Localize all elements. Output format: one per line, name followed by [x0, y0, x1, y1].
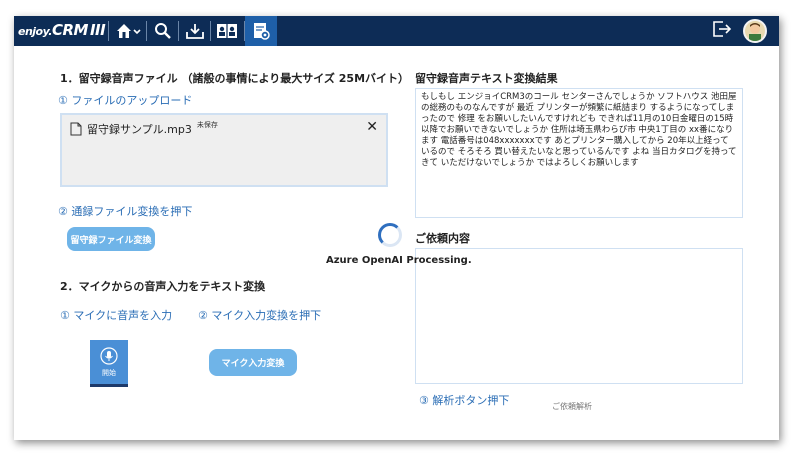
nav-divider	[210, 21, 211, 41]
header-right-actions	[711, 19, 767, 43]
logo-suffix: III	[89, 21, 106, 39]
loading-spinner	[378, 223, 402, 247]
section2-title: 2．マイクからの音声入力をテキスト変換	[60, 280, 266, 293]
analyze-button[interactable]: ご依頼解析	[552, 401, 592, 412]
nav-divider	[108, 21, 109, 41]
search-icon	[155, 23, 171, 39]
file-status: 未保存	[196, 121, 218, 129]
file-icon	[70, 122, 82, 136]
home-menu-button[interactable]	[110, 16, 146, 46]
section1-title: 1．留守録音声ファイル （諸般の事情により最大サイズ 25Mバイト）	[60, 72, 410, 85]
top-navigation-bar: enjoy.CRM III	[14, 16, 779, 46]
nav-divider	[178, 21, 179, 41]
analyze-step: ③ 解析ボタン押下	[419, 394, 510, 407]
logout-icon	[713, 21, 732, 37]
avatar-icon	[749, 23, 761, 41]
mic-start-label: 開始	[102, 368, 116, 377]
convert-file-button[interactable]: 留守録ファイル変換	[67, 227, 155, 251]
result-title: 留守録音声テキスト変換結果	[415, 72, 558, 85]
logo-main: CRM	[51, 21, 89, 39]
search-button[interactable]	[148, 16, 178, 46]
contacts-button[interactable]	[212, 16, 242, 46]
mic-input-step: ① マイクに音声を入力	[60, 309, 173, 322]
logo-prefix: enjoy.	[18, 25, 52, 38]
file-upload-area[interactable]: 留守録サンプル.mp3 未保存 ✕	[60, 113, 388, 187]
app-logo: enjoy.CRM III	[18, 21, 106, 39]
microphone-icon	[100, 346, 118, 365]
mic-convert-button[interactable]: マイク入力変換	[209, 349, 297, 376]
mic-convert-step: ② マイク入力変換を押下	[198, 309, 322, 322]
transcription-result-textarea[interactable]: もしもし エンジョイCRM3のコール センターさんでしょうか ソフトハウス 池田…	[415, 88, 743, 218]
remove-file-button[interactable]: ✕	[366, 119, 378, 135]
inbox-download-icon	[186, 24, 204, 39]
logout-button[interactable]	[711, 19, 733, 43]
request-content-textarea[interactable]	[415, 248, 743, 384]
file-upload-step[interactable]: ① ファイルのアップロード	[58, 92, 192, 108]
convert-file-step: ② 通録ファイル変換を押下	[58, 205, 193, 218]
processing-message: Azure OpenAI Processing.	[326, 255, 472, 266]
home-icon	[117, 24, 141, 38]
app-window: enjoy.CRM III 1．留守録音声ファイル （諸般の事情により最大サイズ…	[14, 16, 779, 440]
mic-button-underline	[90, 384, 128, 387]
uploaded-file-row: 留守録サンプル.mp3 未保存	[70, 121, 218, 137]
document-settings-icon	[254, 23, 270, 40]
contacts-book-icon	[217, 24, 237, 38]
ai-voice-tool-button[interactable]	[245, 16, 277, 46]
mic-start-button[interactable]: 開始	[90, 340, 128, 387]
user-avatar[interactable]	[743, 19, 767, 43]
file-name: 留守録サンプル.mp3	[87, 123, 192, 136]
nav-divider	[146, 21, 147, 41]
request-title: ご依頼内容	[415, 232, 470, 245]
download-button[interactable]	[180, 16, 210, 46]
